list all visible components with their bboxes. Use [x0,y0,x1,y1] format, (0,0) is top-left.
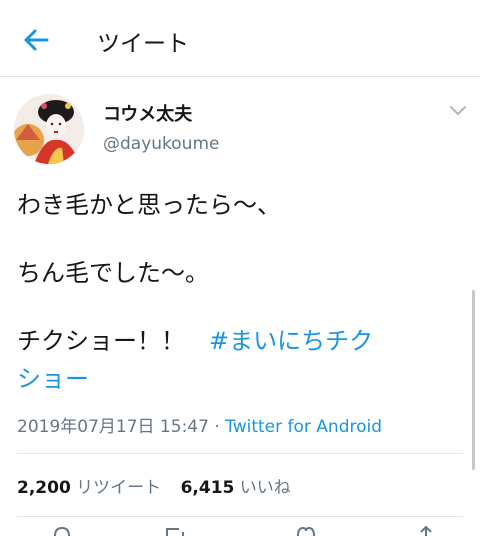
divider [17,453,463,454]
like-icon[interactable] [296,526,316,536]
retweets-stat[interactable]: 2,200 リツイート [17,478,167,498]
back-button[interactable] [18,22,54,58]
likes-label: いいね [234,478,291,498]
likes-count: 6,415 [180,478,235,498]
page-title: ツイート [97,31,189,57]
hashtag-link[interactable]: #まいにちチク [209,327,373,355]
retweet-icon[interactable] [164,526,186,536]
tweet-meta: 2019年07月17日 15:47 · Twitter for Android [17,412,382,437]
tweet-text-line: わき毛かと思ったら〜、 [17,191,281,219]
likes-stat[interactable]: 6,415 いいね [181,478,291,498]
tweet-stats: 2,200 リツイート 6,415 いいね [17,473,291,498]
tweet-text-fragment: チクショー！！ [17,327,209,355]
retweets-label: リツイート [70,478,167,498]
share-icon[interactable] [416,526,436,536]
retweets-count: 2,200 [17,478,71,498]
tweet-timestamp: 2019年07月17日 15:47 · [17,417,226,437]
tweet-text-line: チクショー！！ #まいにちチク [17,322,457,360]
display-name[interactable]: コウメ太夫 [103,100,192,126]
user-handle[interactable]: @dayukoume [103,134,219,154]
tweet-source-link[interactable]: Twitter for Android [225,417,382,437]
tweet-actions [0,520,480,536]
tweet-text-line: ちん毛でした〜。 [17,259,209,287]
app-header: ツイート [0,0,480,77]
avatar-image [14,94,84,164]
hashtag-link-continued[interactable]: ショー [17,360,457,398]
divider [17,516,463,517]
tweet-menu-button[interactable] [448,102,468,118]
chevron-down-icon [450,106,466,115]
tweet-text: わき毛かと思ったら〜、 ちん毛でした〜。 チクショー！！ #まいにちチク ショー [17,186,457,398]
reply-icon[interactable] [52,526,72,536]
arrow-left-icon [24,29,49,51]
scrollbar[interactable] [472,290,475,470]
avatar[interactable] [14,94,84,164]
